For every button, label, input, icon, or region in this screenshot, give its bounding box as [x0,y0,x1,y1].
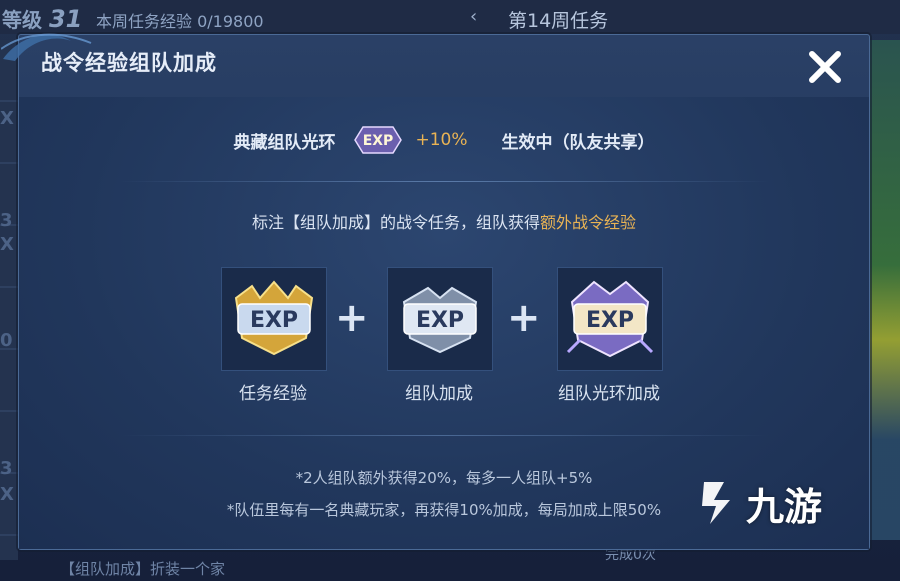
watermark-text: 九游 [746,484,823,529]
plus-sign: + [335,295,369,341]
side-digit: X [0,484,14,505]
side-digit: X [0,108,14,129]
close-icon [809,51,841,83]
silver-exp-icon: EXP [402,286,478,354]
aura-bonus-tile: EXP [557,267,663,371]
divider [119,435,769,436]
week-title: 第14周任务 [508,10,609,32]
svg-text:EXP: EXP [363,133,394,149]
aura-status: 生效中（队友共享） [501,132,655,153]
task-exp-tile: EXP [221,267,327,371]
aura-name: 典藏组队光环 [233,132,336,153]
gold-exp-icon: EXP [234,280,314,356]
bonus-description: 标注【组队加成】的战令任务，组队获得额外战令经验 [251,213,637,232]
aura-row: 典藏组队光环 EXP +10% 生效中（队友共享） [19,123,869,157]
plus-sign: + [507,295,541,341]
divider [119,181,769,182]
exp-label: 任务经验 [239,384,307,404]
watermark: 九游 [696,478,823,529]
back-arrow-icon[interactable]: ‹ [470,6,477,27]
weekly-exp-text: 本周任务经验 0/19800 [96,12,264,31]
exp-label: 组队光环加成 [558,384,660,404]
watermark-logo-icon [702,482,730,524]
crystal-exp-icon: EXP [566,280,654,358]
svg-text:EXP: EXP [250,308,298,333]
svg-text:EXP: EXP [586,308,634,333]
side-digit: X [0,234,14,255]
svg-text:EXP: EXP [416,308,464,333]
team-bonus-dialog: 战令经验组队加成 典藏组队光环 EXP +10% 生效中（队友共享） 标注【组队… [1,33,870,550]
team-bonus-tile: EXP [387,267,493,371]
background-task-text: 【组队加成】折装一个家 [60,560,226,578]
close-button[interactable] [803,45,847,89]
side-digit: 0 [0,330,13,351]
aura-exp-badge-icon: EXP [354,126,403,154]
side-digit: 3 [0,210,13,231]
highlight-text: 额外战令经验 [540,213,637,232]
aura-bonus: +10% [415,130,468,150]
dialog-title: 战令经验组队加成 [41,51,217,75]
side-digit: 3 [0,458,13,479]
exp-label: 组队加成 [405,384,473,404]
